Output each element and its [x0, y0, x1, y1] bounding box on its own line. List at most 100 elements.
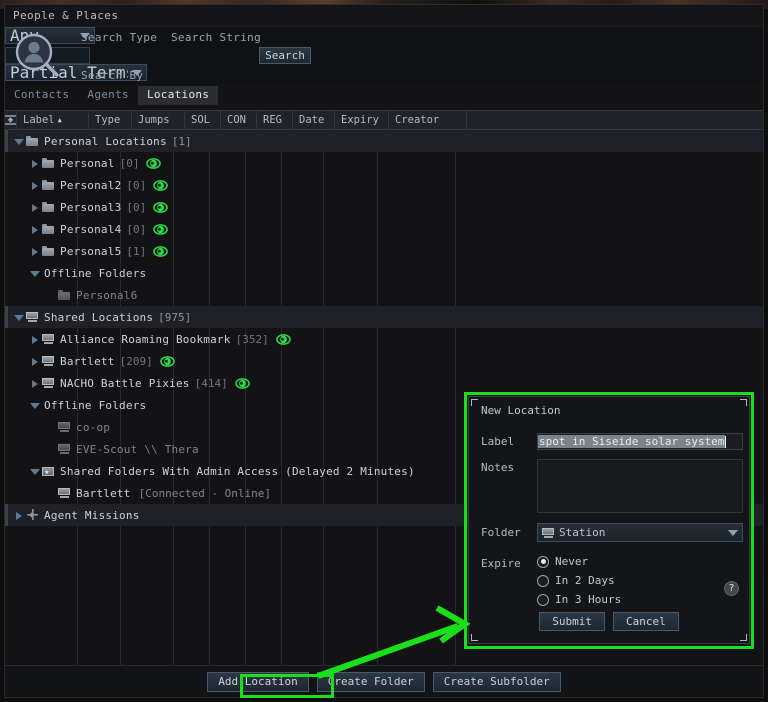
- add-location-button[interactable]: Add Location: [207, 671, 309, 692]
- station-screen-icon: [542, 527, 555, 539]
- column-header-sol[interactable]: SOL: [185, 110, 221, 130]
- tree-row[interactable]: Personal Locations [1]: [5, 130, 763, 152]
- submit-button[interactable]: Submit: [539, 612, 605, 631]
- folder-icon: [42, 223, 55, 235]
- tree-row[interactable]: Offline Folders: [5, 262, 763, 284]
- column-header-label: Jumps: [138, 114, 170, 126]
- column-header-jumps[interactable]: Jumps: [132, 110, 185, 130]
- tree-row[interactable]: Personal6: [5, 284, 763, 306]
- shared-folder-icon: [58, 421, 71, 433]
- search-button[interactable]: Search: [259, 47, 311, 64]
- column-header-con[interactable]: CON: [221, 110, 257, 130]
- shared-folder-icon: [42, 355, 55, 367]
- tree-row[interactable]: NACHO Battle Pixies [414]: [5, 372, 763, 394]
- chevron-down-icon[interactable]: [13, 136, 24, 147]
- column-header-blank[interactable]: [467, 110, 768, 130]
- expire-option-label: In 2 Days: [555, 574, 615, 587]
- folder-icon: [42, 157, 55, 169]
- chevron-right-icon[interactable]: [29, 246, 40, 257]
- tree-row[interactable]: Alliance Roaming Bookmark [352]: [5, 328, 763, 350]
- column-header-label: SOL: [191, 114, 210, 126]
- twisty-placeholder: [45, 422, 56, 433]
- column-header-expiry[interactable]: Expiry: [335, 110, 389, 130]
- chevron-right-icon[interactable]: [29, 378, 40, 389]
- tree-row-label: Bartlett: [60, 354, 115, 368]
- create-subfolder-button[interactable]: Create Subfolder: [432, 671, 561, 692]
- tree-row[interactable]: Personal3 [0]: [5, 196, 763, 218]
- tree-row[interactable]: Personal [0]: [5, 152, 763, 174]
- tab-contacts[interactable]: Contacts: [5, 86, 78, 105]
- folder-icon: [42, 245, 55, 257]
- tree-row-count: [0]: [126, 222, 147, 236]
- help-icon[interactable]: ?: [724, 581, 739, 596]
- tree-row-label: Shared Folders With Admin Access (Delaye…: [60, 464, 415, 478]
- tree-row-label: Personal3: [60, 200, 122, 214]
- tree-row-count: [1]: [126, 244, 147, 258]
- visibility-eye-icon[interactable]: [153, 201, 169, 213]
- column-header-type[interactable]: Type: [89, 110, 132, 130]
- create-folder-button[interactable]: Create Folder: [316, 671, 425, 692]
- chevron-right-icon[interactable]: [29, 334, 40, 345]
- tree-row[interactable]: Bartlett [209]: [5, 350, 763, 372]
- chevron-right-icon[interactable]: [29, 180, 40, 191]
- expire-option-never[interactable]: Never: [537, 555, 588, 568]
- tree-row-label: Shared Locations: [44, 310, 154, 324]
- tab-agents[interactable]: Agents: [78, 86, 138, 105]
- column-header-date[interactable]: Date: [293, 110, 335, 130]
- column-header-creator[interactable]: Creator: [389, 110, 467, 130]
- chevron-right-icon[interactable]: [29, 202, 40, 213]
- shared-folder-icon: [58, 443, 71, 455]
- chevron-right-icon[interactable]: [13, 510, 24, 521]
- tree-row[interactable]: Personal4 [0]: [5, 218, 763, 240]
- visibility-eye-icon[interactable]: [153, 245, 169, 257]
- action-button-bar: Add Location Create Folder Create Subfolde…: [5, 665, 763, 697]
- visibility-eye-icon[interactable]: [153, 223, 169, 235]
- expire-option-in-3-hours[interactable]: In 3 Hours: [537, 593, 621, 606]
- tree-row[interactable]: Shared Locations [975]: [5, 306, 763, 328]
- folder-dropdown-value: Station: [559, 526, 606, 539]
- radio-button[interactable]: [537, 555, 549, 568]
- label-input[interactable]: spot in Siseide solar system: [537, 433, 743, 450]
- table-column-header: Label ▲ Type Jumps SOL CON REG Date Expiry Creato…: [5, 110, 763, 130]
- column-header-label[interactable]: Label ▲: [17, 110, 89, 130]
- visibility-eye-icon[interactable]: [153, 179, 169, 191]
- tree-row[interactable]: Personal5 [1]: [5, 240, 763, 262]
- folder-dropdown[interactable]: Station: [537, 523, 743, 542]
- column-settings-icon[interactable]: [5, 110, 17, 130]
- chevron-right-icon[interactable]: [29, 158, 40, 169]
- tree-row-count: [0]: [126, 178, 147, 192]
- visibility-eye-icon[interactable]: [159, 355, 175, 367]
- visibility-eye-icon[interactable]: [275, 333, 291, 345]
- label-input-value: spot in Siseide solar system: [538, 435, 726, 448]
- chevron-down-icon[interactable]: [29, 268, 40, 279]
- chevron-right-icon[interactable]: [29, 224, 40, 235]
- avatar-search-icon: [13, 31, 65, 83]
- notes-input[interactable]: [537, 459, 743, 513]
- column-header-reg[interactable]: REG: [257, 110, 293, 130]
- tree-row-count: [414]: [194, 376, 228, 390]
- chevron-down-icon[interactable]: [29, 400, 40, 411]
- expire-option-in-2-days[interactable]: In 2 Days: [537, 574, 615, 587]
- column-header-label: REG: [263, 114, 282, 126]
- label-field-label: Label: [481, 435, 515, 448]
- tree-row[interactable]: Personal2 [0]: [5, 174, 763, 196]
- folder-field-label: Folder: [481, 526, 521, 539]
- tree-row-label: Personal Locations: [44, 134, 167, 148]
- tab-locations[interactable]: Locations: [137, 86, 219, 105]
- column-header-label: Date: [299, 114, 325, 126]
- twisty-placeholder: [45, 444, 56, 455]
- visibility-eye-icon[interactable]: [146, 157, 162, 169]
- cancel-button[interactable]: Cancel: [613, 612, 679, 631]
- tree-row-label: Personal4: [60, 222, 122, 236]
- visibility-eye-icon[interactable]: [234, 377, 250, 389]
- chevron-right-icon[interactable]: [29, 356, 40, 367]
- radio-button[interactable]: [537, 574, 549, 587]
- button-label: Create Folder: [327, 675, 414, 688]
- dialog-corner-tl: [471, 399, 478, 406]
- notes-field-label: Notes: [481, 461, 515, 474]
- radio-button[interactable]: [537, 593, 549, 606]
- chevron-down-icon[interactable]: [13, 312, 24, 323]
- submit-button-label: Submit: [552, 615, 592, 628]
- chevron-down-icon[interactable]: [29, 466, 40, 477]
- column-header-label: Label: [23, 114, 55, 126]
